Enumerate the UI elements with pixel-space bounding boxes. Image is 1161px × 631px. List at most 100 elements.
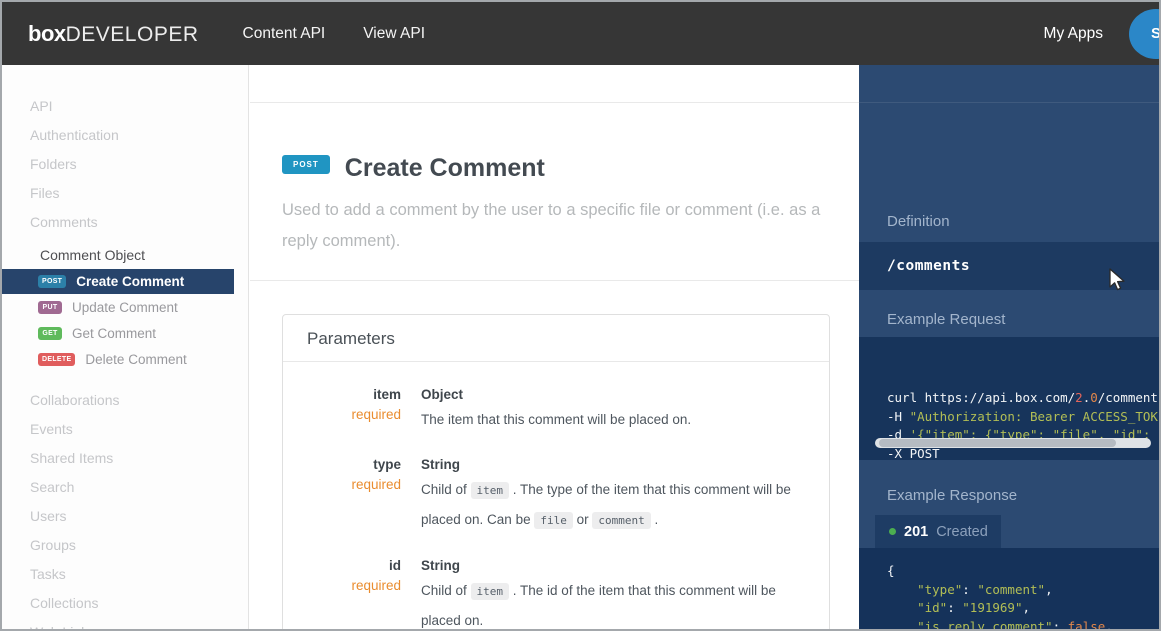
param-required-flag: required [283, 576, 401, 596]
code-token [887, 619, 917, 630]
code-horizontal-scrollbar[interactable] [875, 438, 1151, 448]
sidebar-item-events[interactable]: Events [2, 415, 248, 444]
param-name-col: idrequired [283, 556, 401, 629]
header-bottom-divider [250, 280, 859, 281]
sidebar-item-create-comment[interactable]: POST Create Comment [2, 269, 234, 294]
code-token: /comments \ [1098, 390, 1159, 405]
definition-path: /comments [859, 242, 1159, 290]
param-description-text: Child of [421, 583, 471, 598]
param-required-flag: required [283, 475, 401, 495]
box-developer-logo[interactable]: boxDEVELOPER [28, 21, 199, 47]
response-status-tab[interactable]: 201 Created [875, 515, 1001, 548]
sidebar-item-delete-comment[interactable]: DELETEDelete Comment [2, 346, 248, 372]
sidebar-item-authentication[interactable]: Authentication [2, 121, 248, 150]
code-token: "Authorization: Bearer ACCESS_TOKEN" [910, 409, 1159, 424]
signup-button[interactable]: S [1129, 9, 1161, 59]
scrollbar-thumb[interactable] [879, 439, 1116, 447]
param-description-text: The item that this comment will be place… [421, 412, 691, 427]
post-method-badge: POST [38, 275, 66, 288]
code-token: { [887, 563, 895, 578]
param-description-text: . [651, 512, 659, 527]
param-row-type: typerequiredStringChild of item . The ty… [283, 455, 805, 535]
sidebar-item-label: Update Comment [72, 300, 178, 315]
param-required-flag: required [283, 405, 401, 425]
sidebar-item-collections[interactable]: Collections [2, 589, 248, 618]
code-token: "is_reply_comment" [917, 619, 1052, 630]
code-token: , [1023, 600, 1031, 615]
example-request-label: Example Request [887, 311, 1005, 328]
param-description-text: Child of [421, 482, 471, 497]
param-name-col: itemrequired [283, 385, 401, 434]
code-token: false [1068, 619, 1106, 630]
nav-links: Content API View API [243, 25, 426, 43]
sidebar-item-search[interactable]: Search [2, 473, 248, 502]
inline-code-chip: comment [592, 512, 650, 529]
sidebar-item-update-comment[interactable]: PUT Update Comment [2, 294, 248, 320]
sidebar-item-comment-object[interactable]: Comment Object [2, 241, 248, 269]
response-code-line-3: "id": "191969", [887, 599, 1159, 618]
parameters-card-title: Parameters [283, 315, 829, 362]
sidebar-item-files[interactable]: Files [2, 179, 248, 208]
endpoint-description: Used to add a comment by the user to a s… [282, 195, 842, 257]
main-content: POSTCreate Comment Used to add a comment… [250, 65, 859, 629]
sidebar-item-get-comment[interactable]: GETGet Comment [2, 320, 248, 346]
param-description: Child of item . The id of the item that … [421, 576, 805, 629]
sidebar-item-label: Create Comment [76, 274, 184, 289]
nav-link-content-api[interactable]: Content API [243, 25, 326, 43]
code-token [887, 582, 917, 597]
param-row-item: itemrequired ObjectThe item that this com… [283, 385, 805, 434]
code-token: "id" [917, 600, 947, 615]
param-description: Child of item . The type of the item tha… [421, 475, 805, 535]
sidebar-item-users[interactable]: Users [2, 502, 248, 531]
get-method-badge: GET [38, 327, 62, 340]
sidebar-item-tasks[interactable]: Tasks [2, 560, 248, 589]
request-code-lines: curl https://api.box.com/2.0/comments \-… [887, 389, 1159, 460]
code-token: -H [887, 409, 910, 424]
put-method-badge: PUT [38, 301, 62, 314]
sidebar-list: APIAuthenticationFoldersFilesComments Com… [2, 92, 248, 629]
status-code: 201 [904, 524, 928, 540]
inline-code-chip: item [471, 583, 510, 600]
panel-top-divider [859, 102, 1159, 103]
nav-link-view-api[interactable]: View API [363, 25, 425, 43]
my-apps-link[interactable]: My Apps [1044, 25, 1103, 43]
param-name-col: typerequired [283, 455, 401, 535]
sidebar-item-web-links[interactable]: Web Links [2, 618, 248, 629]
definition-label: Definition [887, 213, 950, 230]
example-response-code: { "type": "comment", "id": "191969", "is… [859, 548, 1159, 629]
inline-code-chip: file [534, 512, 573, 529]
param-detail-col: StringChild of item . The id of the item… [421, 556, 805, 629]
request-code-line-2: -H "Authorization: Bearer ACCESS_TOKEN" [887, 408, 1159, 427]
box-developer-docs-page: boxDEVELOPER Content API View API My App… [0, 0, 1161, 631]
sidebar-item-groups[interactable]: Groups [2, 531, 248, 560]
sidebar-item-shared-items[interactable]: Shared Items [2, 444, 248, 473]
example-response-label: Example Response [887, 487, 1017, 504]
param-name: type [283, 455, 401, 475]
code-token: "type" [917, 582, 962, 597]
endpoint-header: POSTCreate Comment Used to add a comment… [282, 154, 839, 257]
param-name: id [283, 556, 401, 576]
sidebar-item-folders[interactable]: Folders [2, 150, 248, 179]
top-nav: boxDEVELOPER Content API View API My App… [2, 2, 1159, 65]
param-name: item [283, 385, 401, 405]
response-code-line-2: "type": "comment", [887, 581, 1159, 600]
code-token [887, 600, 917, 615]
logo-developer-text: DEVELOPER [66, 23, 199, 46]
sidebar-item-comments[interactable]: Comments [2, 208, 248, 237]
logo-box-text: box [28, 21, 66, 46]
code-token: : [962, 582, 977, 597]
sidebar-item-label: Delete Comment [85, 352, 186, 367]
code-token: , [1105, 619, 1113, 630]
example-request-code: curl https://api.box.com/2.0/comments \-… [859, 337, 1159, 460]
param-detail-col: ObjectThe item that this comment will be… [421, 385, 805, 434]
code-token: 2 [1075, 390, 1083, 405]
signup-button-label: S [1151, 25, 1161, 42]
code-token: 0 [1090, 390, 1098, 405]
sidebar-item-api[interactable]: API [2, 92, 248, 121]
sidebar-item-collaborations[interactable]: Collaborations [2, 386, 248, 415]
api-reference-panel: Definition /comments Example Request cur… [859, 65, 1159, 629]
page-title: Create Comment [345, 154, 545, 183]
response-code-line-4: "is_reply_comment": false, [887, 618, 1159, 630]
code-token: , [1045, 582, 1053, 597]
param-description: The item that this comment will be place… [421, 405, 805, 434]
